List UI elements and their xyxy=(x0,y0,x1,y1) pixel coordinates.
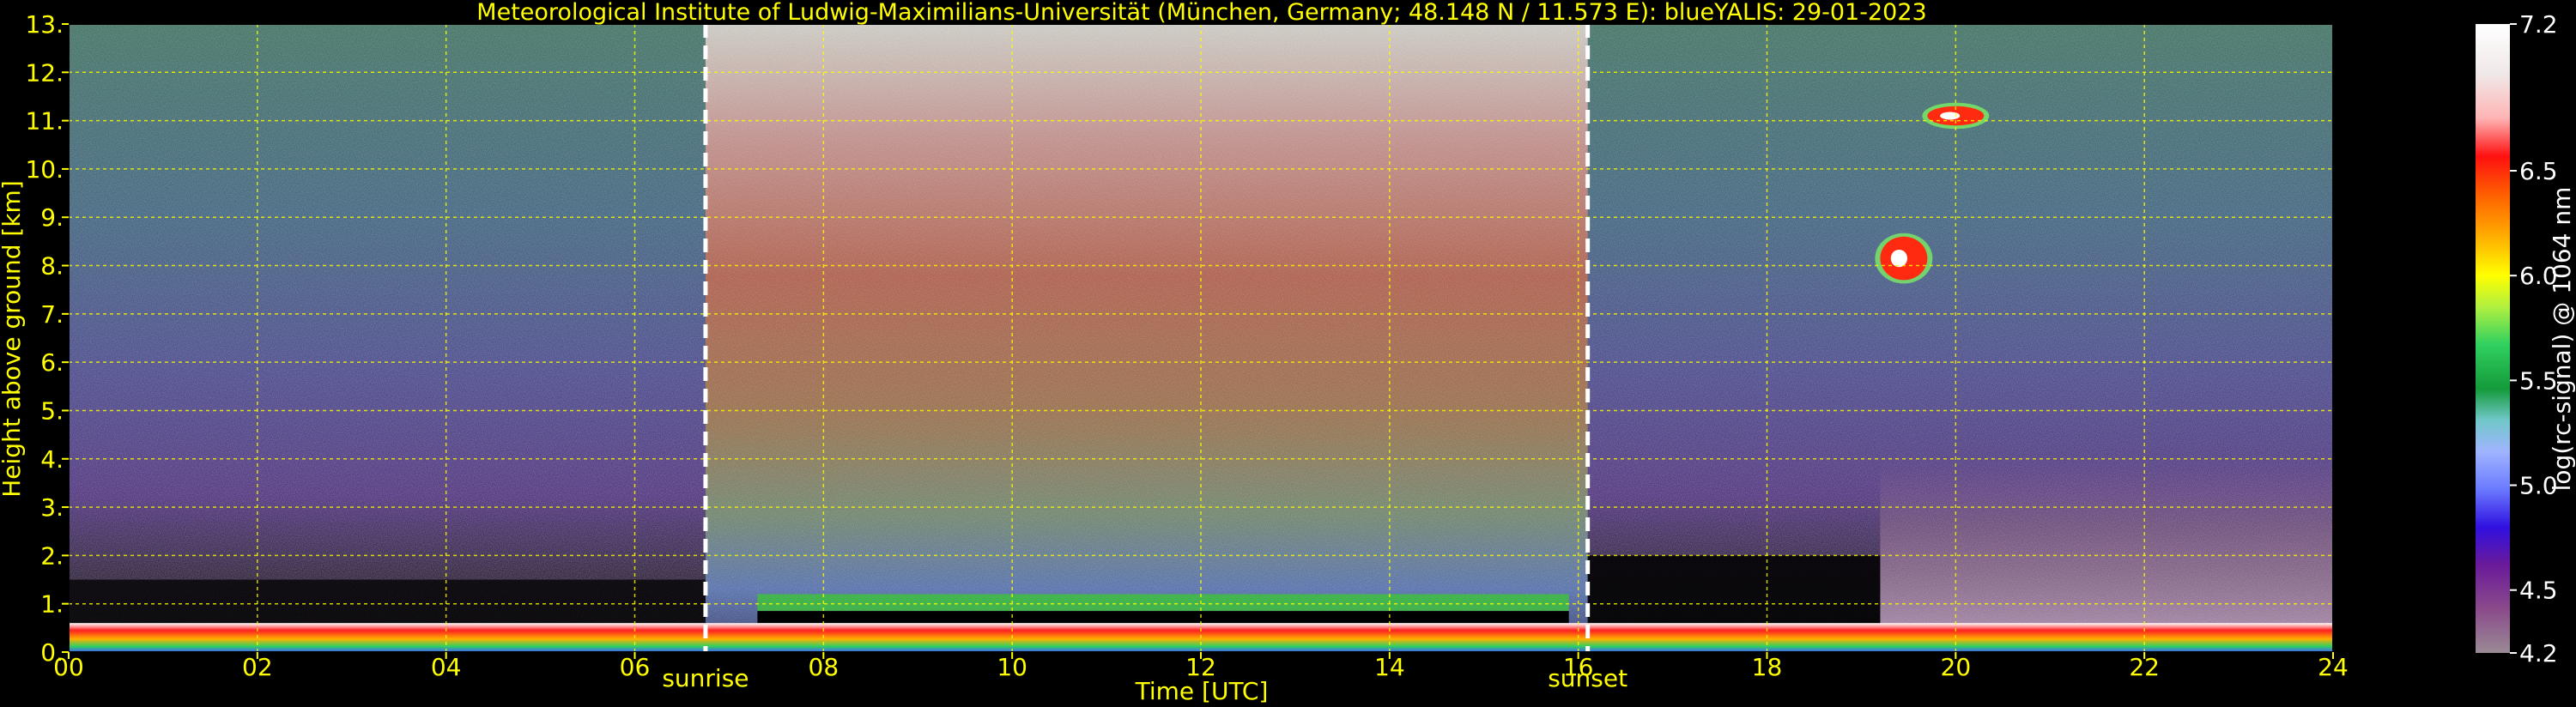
y-tick-label: 11. xyxy=(25,107,64,136)
y-tick-label: 5. xyxy=(40,396,64,425)
y-tick-label: 1. xyxy=(40,590,64,619)
low-signal-band xyxy=(69,579,706,624)
low-signal-band xyxy=(1587,555,1881,624)
y-tick-label: 0. xyxy=(40,638,64,667)
colorbar: 7.26.56.05.55.04.54.2 log(rc-signal) @ 1… xyxy=(2476,10,2576,668)
x-axis-label: Time [UTC] xyxy=(1135,677,1269,705)
chart-title: Meteorological Institute of Ludwig-Maxim… xyxy=(476,0,1926,26)
y-tick-label: 3. xyxy=(40,493,64,522)
plot-area xyxy=(69,24,2333,652)
y-tick-label: 2. xyxy=(40,541,64,570)
sunrise-label: sunrise xyxy=(662,664,749,692)
colorbar-label: log(rc-signal) @ 1064 nm xyxy=(2548,187,2576,492)
x-tick-label: 18 xyxy=(1752,653,1783,681)
y-tick-label: 10. xyxy=(25,155,64,184)
colorbar-tick-label: 4.2 xyxy=(2519,639,2558,668)
y-tick-label: 8. xyxy=(40,252,64,281)
x-tick-label: 06 xyxy=(620,653,651,681)
x-tick-label: 20 xyxy=(1941,653,1972,681)
y-axis-label: Height above ground [km] xyxy=(0,180,26,498)
y-tick-label: 4. xyxy=(40,445,64,474)
x-tick-label: 14 xyxy=(1374,653,1405,681)
y-tick-label: 7. xyxy=(40,300,64,329)
x-tick-label: 10 xyxy=(997,653,1027,681)
y-tick-label: 6. xyxy=(40,348,64,377)
y-tick-label: 13. xyxy=(25,10,64,39)
residual-layer xyxy=(757,594,1569,612)
y-tick-label: 12. xyxy=(25,58,64,87)
x-tick-label: 04 xyxy=(431,653,462,681)
cloud-core xyxy=(1890,249,1908,268)
dark-band xyxy=(757,611,1569,624)
x-tick-label: 08 xyxy=(809,653,839,681)
x-tick-label: 24 xyxy=(2318,653,2349,681)
signal-noise xyxy=(69,24,2333,652)
lidar-chart: sunrise sunset 00 02 04 06 08 10 12 14 16 18 20 22 24… xyxy=(0,0,2576,705)
y-tick-label: 9. xyxy=(40,203,64,232)
x-tick-label: 16 xyxy=(1563,653,1594,681)
colorbar-scale xyxy=(2476,24,2510,653)
colorbar-tick-label: 6.5 xyxy=(2519,157,2558,185)
colorbar-tick-label: 7.2 xyxy=(2519,10,2558,39)
colorbar-tick-label: 4.5 xyxy=(2519,577,2558,605)
cloud-core xyxy=(1940,112,1961,120)
x-tick-label: 02 xyxy=(242,653,273,681)
x-tick-label: 22 xyxy=(2129,653,2160,681)
